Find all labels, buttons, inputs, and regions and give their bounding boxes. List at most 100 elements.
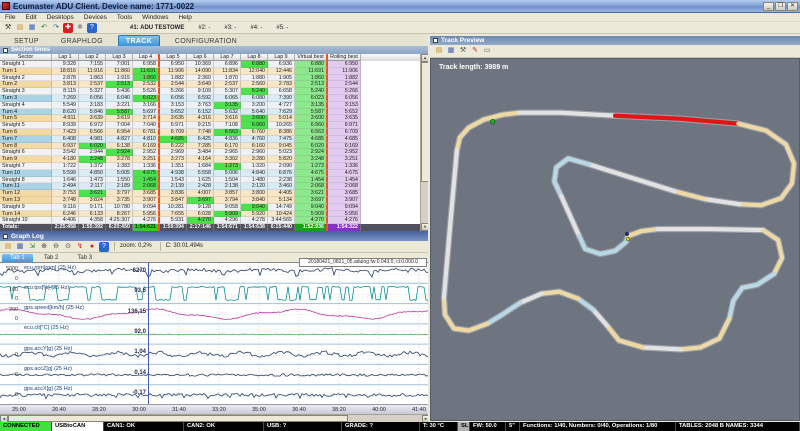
track-map[interactable] (431, 59, 799, 420)
menu-devices[interactable]: Devices (79, 14, 112, 21)
table-row[interactable]: Turn 118:81611:91611:86011:69111:90614:0… (0, 68, 420, 75)
graph-area[interactable]: ecu.rpm[rpm] (25 Hz)50000ecu.tps[%] (25 … (0, 262, 430, 404)
help-icon[interactable]: ? (99, 242, 109, 252)
sector-name: Straight 1 (0, 61, 52, 68)
panel-icon (3, 234, 8, 239)
graph-cursor-line[interactable] (148, 262, 149, 404)
device-slot-3[interactable]: #3: - (224, 25, 236, 31)
status-t: T: 30 °C (420, 422, 458, 431)
export-icon[interactable]: ⇲ (27, 242, 37, 252)
table-row[interactable]: Straight 71:7221:3721:3831:3361:3511:684… (0, 163, 420, 170)
table-row[interactable]: Straight 19:3287:1557:0016:9586:95010:36… (0, 61, 420, 68)
table-row[interactable]: Turn 146:2466:1338:2675:9567:6556:0285:9… (0, 211, 420, 218)
wrench-icon[interactable]: ⚒ (3, 23, 13, 33)
graph-tab-tab-1[interactable]: Tab 1 (2, 254, 33, 262)
device-slot-4[interactable]: #4: - (250, 25, 262, 31)
menu-help[interactable]: Help (173, 14, 196, 21)
lap-time-cell: 6:222 (160, 143, 187, 150)
lap-time-cell: 3:273 (160, 156, 187, 163)
tool-icon[interactable]: ⚒ (458, 46, 468, 56)
minimize-button[interactable]: _ (763, 2, 774, 11)
stop-icon[interactable]: ✚ (63, 23, 73, 33)
menu-tools[interactable]: Tools (112, 14, 137, 21)
save-icon[interactable]: ▦ (27, 23, 37, 33)
axis-value: 200 (1, 307, 18, 313)
zoom-out-icon[interactable]: ⊖ (51, 242, 61, 252)
marker-icon[interactable]: ↯ (75, 242, 85, 252)
table-row[interactable]: Turn 94:1803:2483:2783:2513:2734:1643:30… (0, 156, 420, 163)
close-button[interactable]: ✕ (787, 2, 798, 11)
scroll-thumb[interactable] (8, 415, 348, 422)
save-icon[interactable]: ▦ (446, 46, 456, 56)
settings-gear-icon[interactable]: ✱ (75, 23, 85, 33)
table-row[interactable]: Straight 38:1155:3275:4365:5265:2669:109… (0, 88, 420, 95)
column-header: Lap 9 (268, 54, 295, 61)
table-row[interactable]: Straight 99:1169:17110:7809:09410:2819:1… (0, 204, 420, 211)
axis-value: 0 (1, 372, 18, 378)
open-icon[interactable]: ▤ (3, 242, 13, 252)
table-row[interactable]: Turn 37:2696:0566:0406:0236:0566:5926:06… (0, 95, 420, 102)
menu-edit[interactable]: Edit (20, 14, 41, 21)
lap-time-cell: 5:266 (160, 88, 187, 95)
table-row[interactable]: Turn 105:5994:8505:0054:6754:9385:5585:0… (0, 170, 420, 177)
device-slot-1[interactable]: #1: ADU TESTOWE (130, 25, 184, 31)
table-vertical-scrollbar[interactable]: ▲ ▼ (420, 54, 428, 231)
table-row[interactable]: Straight 104:4064:3584:25:3074:2765:9314… (0, 217, 420, 224)
rolling-best-cell: 6:971 (328, 122, 361, 129)
lap-time-cell: 4:270 (187, 217, 214, 224)
restore-button[interactable]: ❐ (775, 2, 786, 11)
edit-pencil-icon[interactable]: ✎ (470, 46, 480, 56)
column-header: Sector (0, 54, 52, 61)
table-row[interactable]: Straight 81:6461:4731:5501:4541:5431:625… (0, 177, 420, 184)
record-icon[interactable]: ● (87, 242, 97, 252)
graph-tab-tab-2[interactable]: Tab 2 (36, 254, 67, 262)
main-tab-strip: SETUP GRAPHLOG TRACK CONFIGURATION (0, 34, 430, 46)
undo-icon[interactable]: ↶ (39, 23, 49, 33)
lap-time-cell: 5:006 (214, 170, 241, 177)
section-times-caption[interactable]: Section times (0, 46, 430, 54)
device-slot-2[interactable]: #2: - (198, 25, 210, 31)
device-slot-5[interactable]: #5: - (276, 25, 288, 31)
tab-graphlog[interactable]: GRAPHLOG (54, 36, 110, 46)
lap-time-cell: 4:840 (241, 170, 268, 177)
erase-icon[interactable]: ▭ (482, 46, 492, 56)
table-row[interactable]: Turn 76:4084:9814:8274:8104:6856:4254:83… (0, 136, 420, 143)
table-row[interactable]: Turn 133:7483:8243:7353:9073:8473:6973:7… (0, 197, 420, 204)
graph-horizontal-scrollbar[interactable]: ◄ ► (0, 414, 430, 422)
table-row[interactable]: Straight 63:5422:9442:9242:9522:9693:484… (0, 149, 420, 156)
track-preview-caption[interactable]: Track Preview (430, 36, 800, 45)
tab-setup[interactable]: SETUP (7, 36, 46, 46)
table-row[interactable]: Turn 23:8132:5372:5132:5322:5443:6492:53… (0, 81, 420, 88)
open-icon[interactable]: ▤ (15, 23, 25, 33)
table-row[interactable]: Straight 22:8781:8631:9151:8601:8822:360… (0, 75, 420, 82)
zoom-in-icon[interactable]: ⊕ (39, 242, 49, 252)
table-row[interactable]: Turn 123:7533:6213:7973:6853:8364:0073:8… (0, 190, 420, 197)
lap-time-cell: 2:068 (133, 183, 160, 190)
table-row[interactable]: Straight 45:5493:1833:2213:1663:1533:763… (0, 102, 420, 109)
totals-cell: 6:20:450 (106, 224, 133, 231)
track-map-area[interactable]: Track length: 3989 m (430, 58, 800, 421)
save-icon[interactable]: ▦ (15, 242, 25, 252)
graph-tab-tab-3[interactable]: Tab 3 (69, 254, 100, 262)
menu-desktops[interactable]: Desktops (42, 14, 79, 21)
menu-file[interactable]: File (0, 14, 20, 21)
redo-icon[interactable]: ↷ (51, 23, 61, 33)
table-row[interactable]: Turn 67:4236:5666:9546:7816:7097:7486:56… (0, 129, 420, 136)
table-row[interactable]: Turn 86:9376:0206:1386:1696:2227:2856:17… (0, 143, 420, 150)
help-icon[interactable]: ? (87, 23, 97, 33)
title-bar[interactable]: Ecumaster ADU Client. Device name: 1771-… (0, 0, 800, 13)
virtual-best-cell: 4:675 (295, 170, 328, 177)
time-tick: 26:40 (52, 407, 66, 413)
lap-time-cell: 4:180 (52, 156, 79, 163)
tab-track[interactable]: TRACK (118, 35, 160, 46)
graph-log-caption[interactable]: Graph Log (0, 231, 430, 241)
open-icon[interactable]: ▤ (434, 46, 444, 56)
lap-time-cell: 5:307 (214, 88, 241, 95)
table-row[interactable]: Turn 54:9113:6393:6193:7143:6354:3163:61… (0, 115, 420, 122)
table-row[interactable]: Straight 58:9396:9727:0047:0406:9719:215… (0, 122, 420, 129)
zoom-fit-icon[interactable]: ⊙ (63, 242, 73, 252)
menu-windows[interactable]: Windows (137, 14, 173, 21)
table-row[interactable]: Turn 48:6205:8465:5875:6975:6526:1525:63… (0, 109, 420, 116)
tab-configuration[interactable]: CONFIGURATION (168, 36, 244, 46)
table-row[interactable]: Turn 112:4942:1172:1892:0682:1392:4282:1… (0, 183, 420, 190)
